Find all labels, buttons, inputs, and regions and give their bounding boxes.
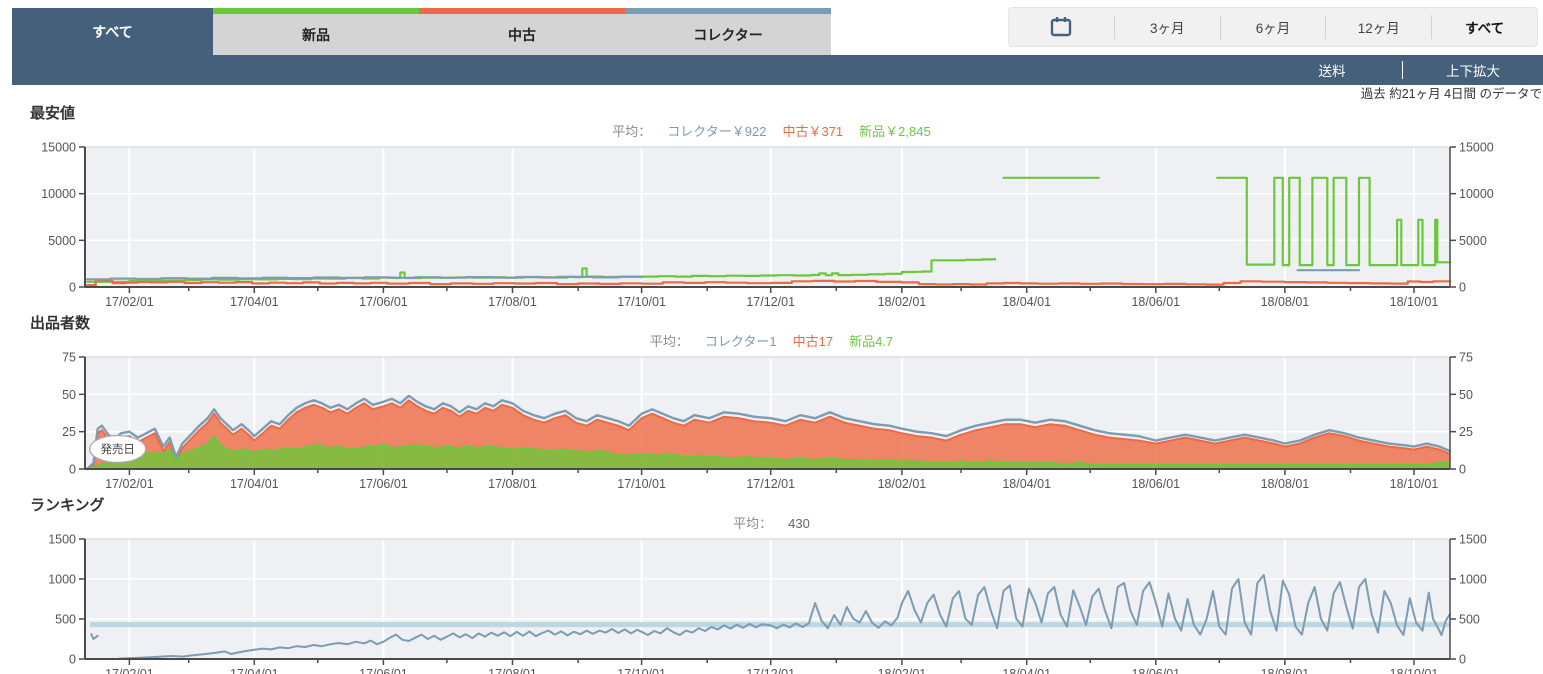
svg-text:10000: 10000 xyxy=(1459,187,1494,201)
average-ranking: 430 xyxy=(788,516,810,531)
svg-text:17/08/01: 17/08/01 xyxy=(488,667,537,674)
period-12-months[interactable]: 12ヶ月 xyxy=(1326,8,1431,46)
svg-text:25: 25 xyxy=(62,425,76,439)
svg-text:17/10/01: 17/10/01 xyxy=(617,667,666,674)
average-used: 中古￥371 xyxy=(782,124,844,139)
svg-text:17/02/01: 17/02/01 xyxy=(105,295,154,309)
svg-text:10000: 10000 xyxy=(41,187,76,201)
svg-text:18/02/01: 18/02/01 xyxy=(878,295,927,309)
svg-text:5000: 5000 xyxy=(1459,234,1487,248)
tab-all-label: すべて xyxy=(92,23,133,40)
svg-text:0: 0 xyxy=(1459,653,1466,667)
svg-text:18/08/01: 18/08/01 xyxy=(1261,667,1310,674)
svg-text:5000: 5000 xyxy=(48,234,76,248)
period-3-months[interactable]: 3ヶ月 xyxy=(1115,8,1220,46)
svg-text:17/10/01: 17/10/01 xyxy=(617,477,666,491)
svg-text:18/04/01: 18/04/01 xyxy=(1002,477,1051,491)
average-new: 新品￥2,845 xyxy=(859,124,931,139)
svg-text:17/04/01: 17/04/01 xyxy=(230,667,279,674)
average-row-ranking: 平均： 430 xyxy=(0,514,1543,533)
average-prefix: 平均： xyxy=(612,124,652,139)
tab-new[interactable]: 新品 xyxy=(213,8,419,55)
svg-text:18/10/01: 18/10/01 xyxy=(1390,667,1439,674)
svg-text:17/06/01: 17/06/01 xyxy=(359,295,408,309)
svg-text:17/08/01: 17/08/01 xyxy=(488,295,537,309)
svg-text:17/12/01: 17/12/01 xyxy=(746,295,795,309)
svg-text:1000: 1000 xyxy=(1459,573,1487,587)
svg-text:17/08/01: 17/08/01 xyxy=(488,477,537,491)
svg-text:18/08/01: 18/08/01 xyxy=(1261,477,1310,491)
average-row-seller-count: 平均： コレクター1 中古17 新品4.7 xyxy=(0,332,1543,351)
svg-text:500: 500 xyxy=(55,613,76,627)
period-selector: 3ヶ月 6ヶ月 12ヶ月 すべて xyxy=(1008,7,1538,47)
svg-text:50: 50 xyxy=(1459,388,1473,402)
price-tracker-page: すべて 新品 中古 コレクター 3ヶ月 6ヶ月 12ヶ月 すべて 送料 上下拡大… xyxy=(0,0,1543,674)
average-prefix: 平均： xyxy=(733,516,773,531)
period-6-months[interactable]: 6ヶ月 xyxy=(1221,8,1326,46)
tab-new-label: 新品 xyxy=(302,26,330,43)
app-header: すべて 新品 中古 コレクター 3ヶ月 6ヶ月 12ヶ月 すべて 送料 上下拡大 xyxy=(0,0,1543,85)
svg-text:18/02/01: 18/02/01 xyxy=(878,667,927,674)
chart-title-ranking: ランキング xyxy=(30,497,105,514)
period-all[interactable]: すべて xyxy=(1432,8,1537,46)
svg-text:17/12/01: 17/12/01 xyxy=(746,477,795,491)
chart-toolbar: 送料 上下拡大 xyxy=(12,55,1543,85)
svg-text:発売日: 発売日 xyxy=(100,442,135,456)
calendar-icon xyxy=(1051,17,1072,37)
calendar-button[interactable] xyxy=(1009,8,1114,46)
chart-title-lowest-price: 最安値 xyxy=(30,105,76,122)
svg-text:15000: 15000 xyxy=(1459,141,1494,155)
average-prefix: 平均： xyxy=(649,334,689,349)
svg-text:17/10/01: 17/10/01 xyxy=(617,295,666,309)
svg-text:0: 0 xyxy=(69,653,76,667)
svg-text:17/02/01: 17/02/01 xyxy=(105,667,154,674)
shipping-toggle[interactable]: 送料 xyxy=(1262,60,1402,80)
chart-title-seller-count: 出品者数 xyxy=(30,315,91,332)
lowest-price-chart[interactable]: 0 0 5000 5000 10000 10000 15000 15000 17/02/01 17… xyxy=(0,141,1543,313)
data-range-note: 過去 約21ヶ月 4日間 のデータで xyxy=(1360,87,1542,101)
svg-text:18/08/01: 18/08/01 xyxy=(1261,295,1310,309)
average-used: 中古17 xyxy=(792,334,834,349)
svg-text:500: 500 xyxy=(1459,613,1480,627)
tab-used[interactable]: 中古 xyxy=(419,8,625,55)
svg-text:1500: 1500 xyxy=(1459,533,1487,547)
svg-text:18/06/01: 18/06/01 xyxy=(1131,667,1180,674)
tab-collector[interactable]: コレクター xyxy=(625,8,831,55)
svg-text:75: 75 xyxy=(62,351,76,365)
svg-text:17/06/01: 17/06/01 xyxy=(359,667,408,674)
svg-text:18/10/01: 18/10/01 xyxy=(1390,295,1439,309)
svg-text:17/02/01: 17/02/01 xyxy=(105,477,154,491)
tab-used-label: 中古 xyxy=(508,26,536,43)
svg-text:18/10/01: 18/10/01 xyxy=(1390,477,1439,491)
svg-text:18/06/01: 18/06/01 xyxy=(1131,477,1180,491)
svg-text:17/04/01: 17/04/01 xyxy=(230,295,279,309)
svg-text:1500: 1500 xyxy=(48,533,76,547)
condition-tabs: すべて 新品 中古 コレクター xyxy=(12,8,831,55)
svg-text:18/06/01: 18/06/01 xyxy=(1131,295,1180,309)
svg-text:17/04/01: 17/04/01 xyxy=(230,477,279,491)
svg-text:0: 0 xyxy=(69,463,76,477)
ranking-chart[interactable]: 0 0 500 500 1000 1000 1500 1500 17/02/01 17/04/01… xyxy=(0,533,1543,674)
average-row-lowest-price: 平均： コレクター￥922 中古￥371 新品￥2,845 xyxy=(0,122,1543,141)
seller-count-chart[interactable]: 0 0 25 25 50 50 75 75 17/02/01 17/04/01 17/06/01 17… xyxy=(0,351,1543,495)
svg-text:15000: 15000 xyxy=(41,141,76,155)
svg-text:17/06/01: 17/06/01 xyxy=(359,477,408,491)
average-new: 新品4.7 xyxy=(849,334,894,349)
svg-text:50: 50 xyxy=(62,388,76,402)
svg-text:75: 75 xyxy=(1459,351,1473,365)
tab-all[interactable]: すべて xyxy=(12,8,213,55)
average-collector: コレクター1 xyxy=(704,334,777,349)
svg-text:25: 25 xyxy=(1459,425,1473,439)
svg-text:1000: 1000 xyxy=(48,573,76,587)
svg-text:0: 0 xyxy=(69,281,76,295)
svg-text:17/12/01: 17/12/01 xyxy=(746,667,795,674)
svg-text:18/04/01: 18/04/01 xyxy=(1002,667,1051,674)
vertical-zoom-toggle[interactable]: 上下拡大 xyxy=(1403,60,1543,80)
svg-text:18/04/01: 18/04/01 xyxy=(1002,295,1051,309)
tab-collector-label: コレクター xyxy=(693,26,763,43)
svg-text:18/02/01: 18/02/01 xyxy=(878,477,927,491)
svg-text:0: 0 xyxy=(1459,281,1466,295)
average-collector: コレクター￥922 xyxy=(667,124,767,139)
svg-text:0: 0 xyxy=(1459,463,1466,477)
